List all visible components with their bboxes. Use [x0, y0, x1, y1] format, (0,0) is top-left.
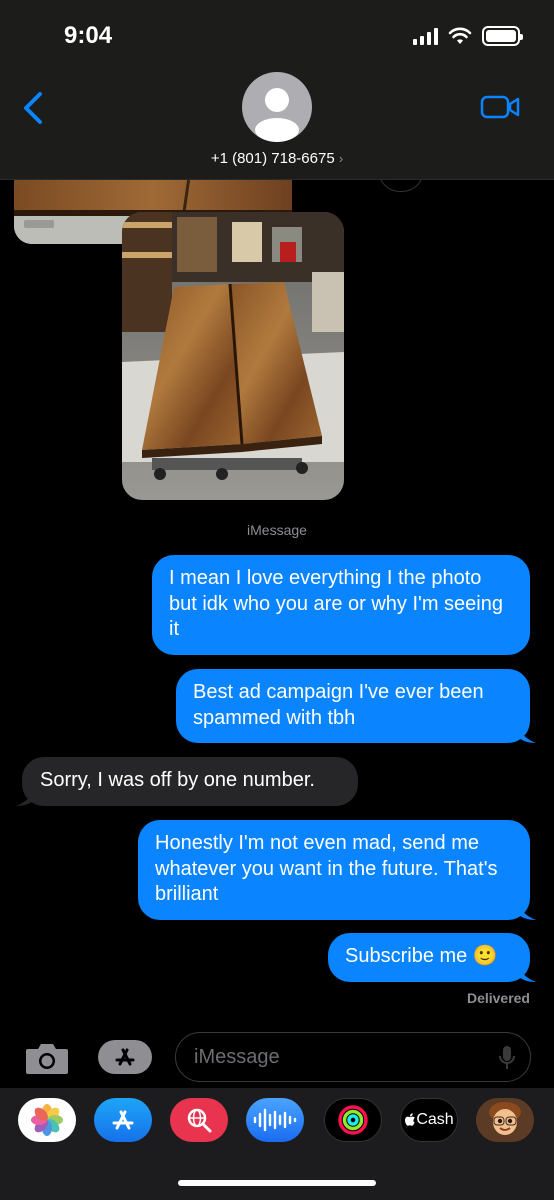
message-text: I mean I love everything I the photo but…	[169, 567, 503, 640]
camera-icon[interactable]	[24, 1040, 70, 1076]
status-time: 9:04	[64, 22, 113, 49]
app-store-button[interactable]	[98, 1040, 152, 1074]
memoji-icon[interactable]	[476, 1098, 534, 1142]
bubble-tail	[518, 961, 536, 982]
service-label: iMessage	[247, 522, 307, 538]
apple-cash-label: Cash	[416, 1111, 454, 1128]
app-store-a-icon	[115, 1048, 135, 1066]
search-images-icon[interactable]	[170, 1098, 228, 1142]
status-icons	[413, 26, 523, 46]
battery-icon	[482, 26, 523, 46]
contact-avatar[interactable]	[242, 72, 312, 142]
audio-message-icon[interactable]	[246, 1098, 304, 1142]
activity-rings-glyph	[338, 1105, 368, 1135]
person-icon	[255, 88, 299, 142]
app-store-icon[interactable]	[94, 1098, 152, 1142]
globe-search-glyph	[187, 1108, 212, 1133]
delivery-status: Delivered	[466, 990, 530, 1006]
bubble-tail	[16, 785, 34, 806]
activity-rings-icon[interactable]	[324, 1098, 382, 1142]
message-bubble-sent[interactable]: Best ad campaign I've ever been spammed …	[176, 669, 536, 743]
conversation-header: 9:04 +1 (801) 718-6675 ›	[0, 0, 554, 180]
photos-flower-icon	[31, 1104, 63, 1136]
workshop-table-photo[interactable]	[122, 212, 344, 500]
waveform-glyph	[253, 1108, 297, 1132]
message-text: Honestly I'm not even mad, send me whate…	[155, 832, 498, 905]
contact-number: +1 (801) 718-6675	[210, 150, 335, 167]
microphone-icon[interactable]	[498, 1045, 516, 1071]
bubble-tail	[518, 899, 536, 920]
message-bubble-sent[interactable]: I mean I love everything I the photo but…	[152, 555, 530, 655]
cellular-signal-icon	[413, 27, 438, 45]
memoji-face-glyph	[489, 1102, 521, 1135]
message-text: Sorry, I was off by one number.	[40, 769, 315, 791]
apple-cash-icon[interactable]: Cash	[400, 1098, 458, 1142]
apple-logo-icon	[405, 1113, 416, 1126]
home-indicator[interactable]	[178, 1180, 376, 1186]
message-text: Best ad campaign I've ever been spammed …	[193, 681, 484, 729]
bubble-tail	[518, 723, 536, 743]
message-bubble-received[interactable]: Sorry, I was off by one number.	[16, 757, 358, 806]
wifi-icon	[448, 27, 472, 44]
chevron-right-icon: ›	[338, 151, 344, 166]
message-bubble-sent[interactable]: Subscribe me 🙂	[328, 933, 536, 982]
app-store-glyph	[112, 1110, 134, 1130]
back-chevron-icon[interactable]	[18, 88, 48, 128]
message-input[interactable]: iMessage	[175, 1032, 531, 1082]
message-text: Subscribe me 🙂	[345, 945, 498, 967]
message-bubble-sent[interactable]: Honestly I'm not even mad, send me whate…	[138, 820, 536, 920]
message-input-placeholder: iMessage	[194, 1046, 280, 1068]
photos-app-icon[interactable]	[18, 1098, 76, 1142]
facetime-video-icon[interactable]	[480, 94, 520, 120]
contact-name-button[interactable]: +1 (801) 718-6675 ›	[0, 150, 554, 167]
